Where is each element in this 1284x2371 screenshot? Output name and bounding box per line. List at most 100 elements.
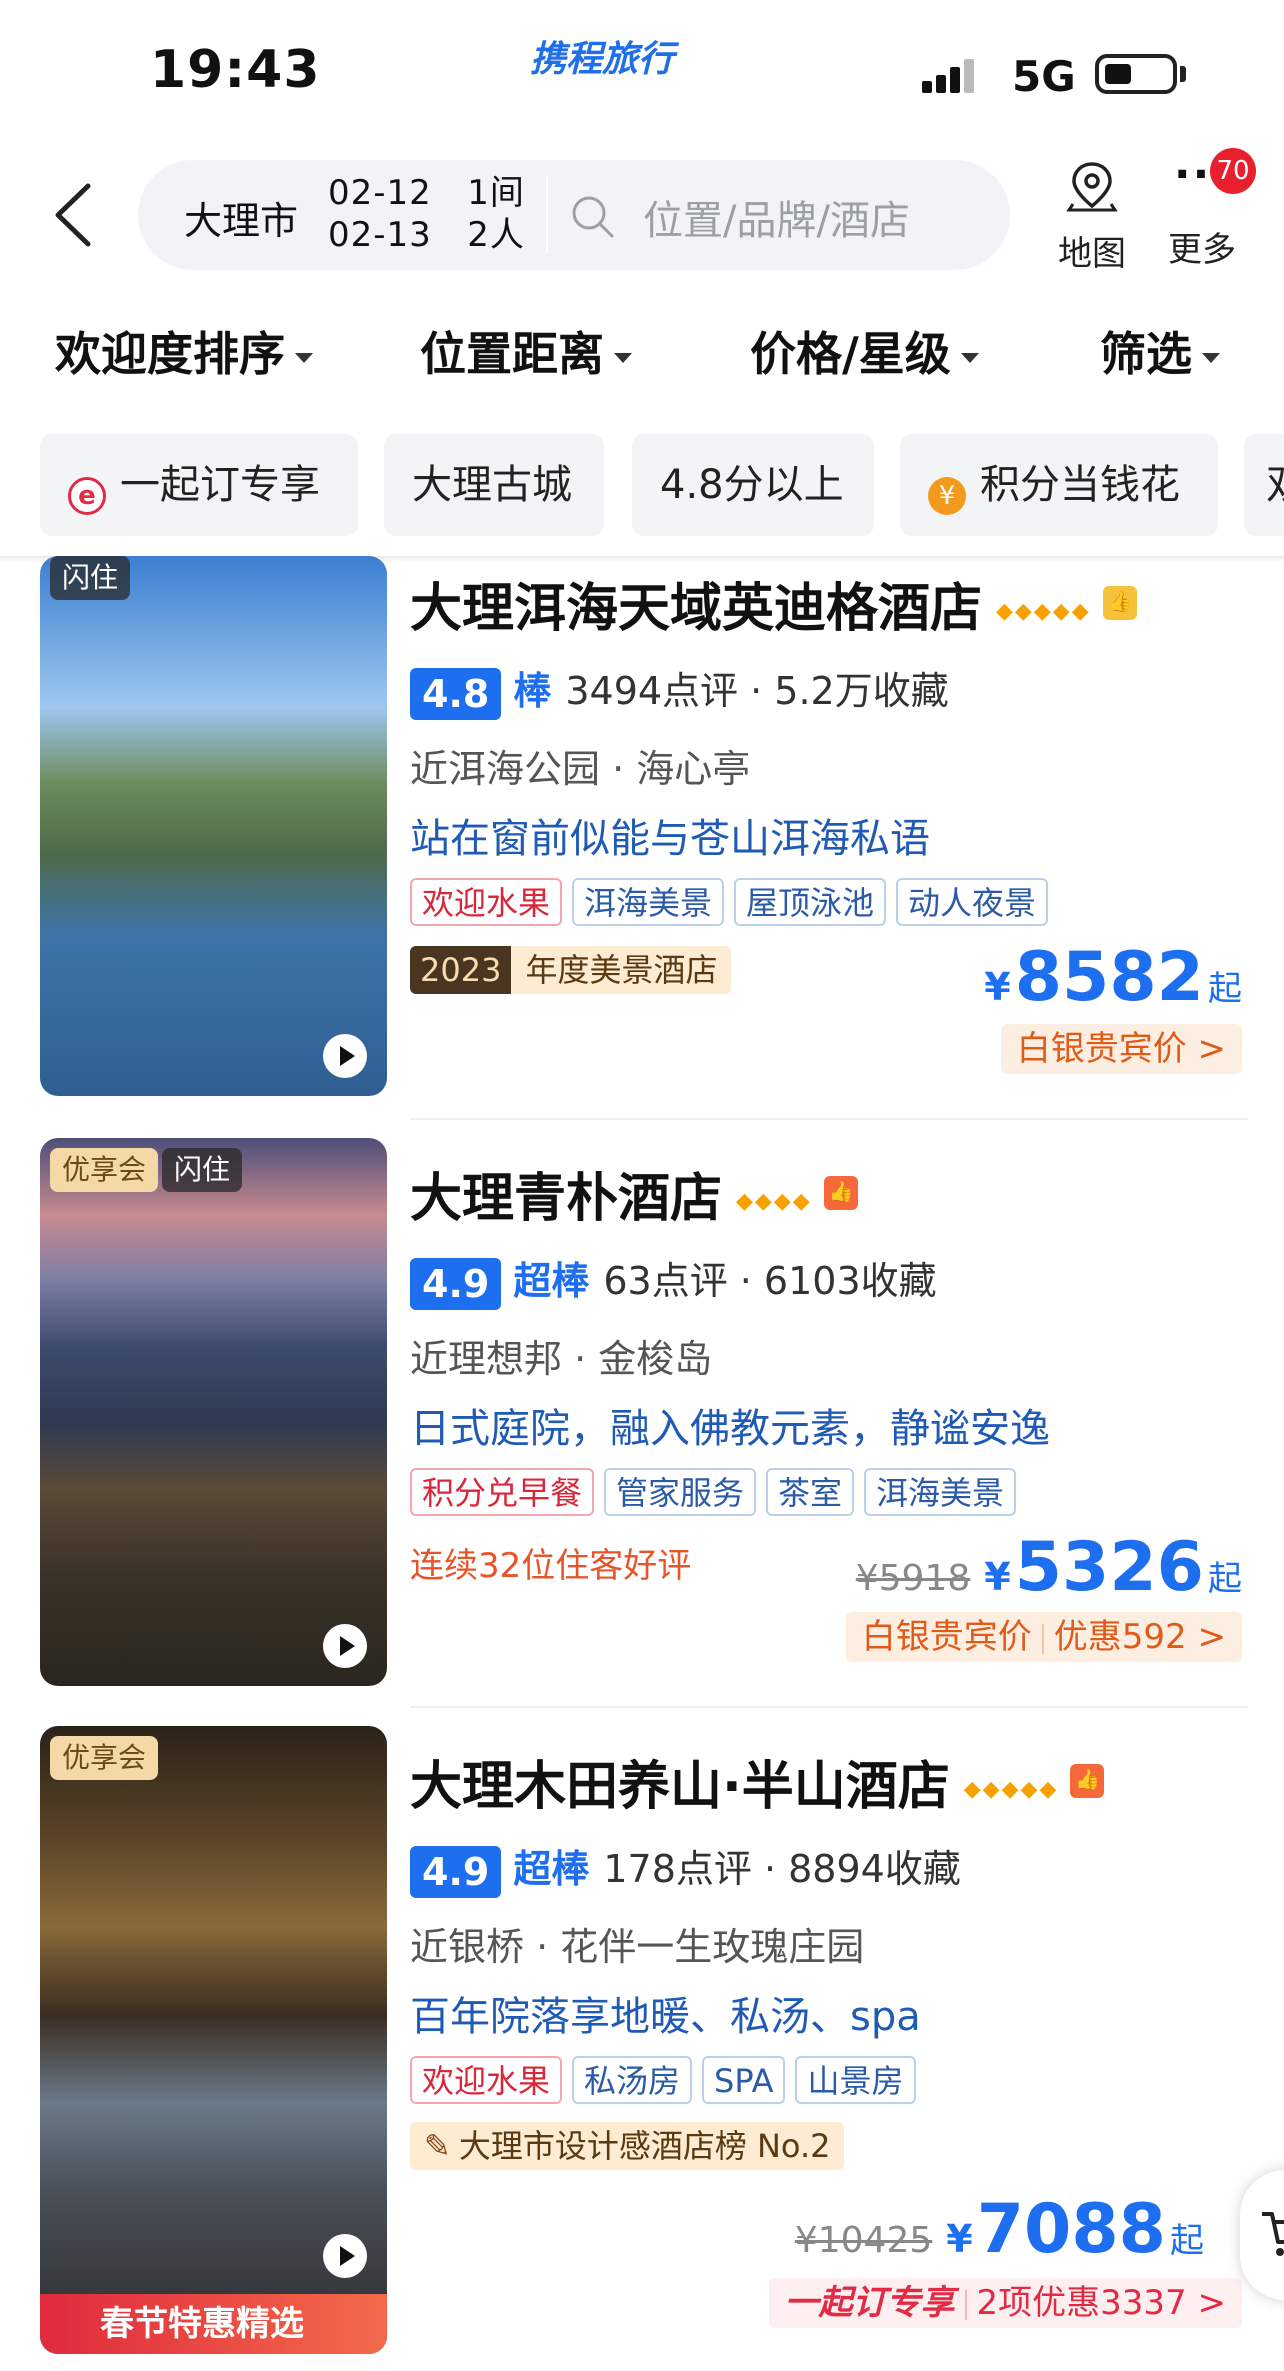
hotel-3-tags: 欢迎水果 私汤房 SPA 山景房	[410, 2056, 926, 2104]
hotel-3-slogan: 百年院落享地暖、私汤、spa	[410, 1994, 921, 2040]
search-input[interactable]: 位置/品牌/酒店	[643, 188, 910, 246]
currency: ¥	[984, 965, 1011, 1009]
chip-label: 大理古城	[412, 462, 572, 508]
hotel-2-price: ¥5918 ¥5326 起	[856, 1528, 1242, 1607]
separator	[964, 2289, 967, 2320]
rooms-count: 1间	[467, 173, 525, 213]
grade-label: 超棒	[513, 1847, 590, 1891]
review-stats: 63点评 · 6103收藏	[603, 1259, 937, 1303]
tag: 山景房	[795, 2056, 916, 2104]
award-year: 2023	[410, 946, 512, 994]
caret-down-icon	[295, 352, 313, 363]
hotel-1-rating: 4.8 棒 3494点评 · 5.2万收藏	[410, 660, 949, 720]
tag: 管家服务	[604, 1468, 757, 1516]
chip-together-book[interactable]: e 一起订专享	[40, 434, 358, 536]
divider	[410, 1706, 1248, 1708]
hotel-1-member-price[interactable]: 白银贵宾价 >	[1000, 1024, 1242, 1074]
spring-festival-banner: 春节特惠精选	[40, 2294, 387, 2354]
map-button[interactable]: 地图	[1048, 158, 1136, 275]
tag: 洱海美景	[572, 878, 725, 926]
thumbs-up-icon	[1070, 1764, 1105, 1798]
chip-dali-old-town[interactable]: 大理古城	[384, 434, 604, 536]
status-time: 19:43	[150, 40, 321, 100]
hotel-3-location: 近银桥 · 花伴一生玫瑰庄园	[410, 1925, 865, 1969]
diamond-rating-icon: ◆◆◆◆	[736, 1189, 812, 1214]
score-badge: 4.9	[410, 1845, 502, 1898]
hotel-1-price: ¥8582 起	[984, 938, 1242, 1017]
hotel-1-image[interactable]: 闪住	[40, 556, 387, 1096]
hotel-name-text: 大理洱海天域英迪格酒店	[410, 579, 983, 639]
hotel-3-image[interactable]: 优享会 春节特惠精选	[40, 1726, 387, 2354]
img-tag-flash-stay: 闪住	[162, 1148, 243, 1192]
currency: ¥	[984, 1555, 1011, 1599]
yen-coin-icon: ¥	[928, 477, 966, 515]
network-label: 5G	[1012, 52, 1076, 101]
thumbs-up-icon	[1102, 586, 1137, 620]
hotel-2-tags: 积分兑早餐 管家服务 茶室 洱海美景	[410, 1468, 1026, 1516]
tag: 欢迎水果	[410, 878, 563, 926]
signal-icon	[922, 59, 974, 93]
tag: 私汤房	[572, 2056, 693, 2104]
search-bar[interactable]: 大理市 02-12 1间 02-13 2人 位置/品牌/酒店	[138, 160, 1010, 270]
hotel-name-text: 大理木田养山·半山酒店	[410, 1757, 950, 1817]
hotel-2-member-price[interactable]: 白银贵宾价 优惠592 >	[845, 1612, 1242, 1662]
tag: 茶室	[766, 1468, 855, 1516]
sort-location-label: 位置距离	[420, 327, 604, 381]
sort-filter[interactable]: 筛选	[1100, 318, 1220, 384]
price-suffix: 起	[1170, 2221, 1204, 2261]
sort-price-star[interactable]: 价格/星级	[750, 318, 979, 384]
cart-float-button[interactable]	[1240, 2170, 1284, 2300]
hotel-1-slogan: 站在窗前似能与苍山洱海私语	[410, 816, 930, 862]
tag: 洱海美景	[864, 1468, 1017, 1516]
diamond-rating-icon: ◆◆◆◆◆	[963, 1777, 1059, 1802]
sort-price-label: 价格/星级	[750, 327, 951, 381]
tag: 欢迎水果	[410, 2056, 563, 2104]
grade-label: 超棒	[513, 1259, 590, 1303]
back-arrow-icon[interactable]	[48, 180, 98, 250]
hotel-2-image[interactable]: 优享会 闪住	[40, 1138, 387, 1686]
hotel-1-award: 2023 年度美景酒店	[410, 946, 732, 994]
hotel-2-location: 近理想邦 · 金梭岛	[410, 1337, 713, 1381]
chip-label: 4.8分以上	[660, 462, 844, 508]
hotel-1-location: 近洱海公园 · 海心亭	[410, 747, 751, 791]
caret-down-icon	[960, 352, 979, 363]
chip-points[interactable]: ¥ 积分当钱花	[900, 434, 1218, 536]
caret-down-icon	[1202, 352, 1220, 363]
play-video-icon[interactable]	[323, 2234, 367, 2278]
chip-partial[interactable]: 双	[1244, 434, 1284, 536]
diamond-rating-icon: ◆◆◆◆◆	[996, 599, 1091, 624]
img-tag-premium: 优享会	[50, 1736, 159, 1780]
hotel-3-name[interactable]: 大理木田养山·半山酒店 ◆◆◆◆◆	[410, 1744, 1105, 1819]
member-label: 白银贵宾价	[861, 1617, 1032, 1657]
map-label: 地图	[1058, 234, 1126, 274]
battery-icon	[1095, 54, 1177, 94]
chip-label: 双	[1266, 462, 1284, 508]
sort-popularity[interactable]: 欢迎度排序	[55, 318, 313, 384]
review-stats: 178点评 · 8894收藏	[603, 1847, 961, 1891]
date-selector[interactable]: 02-12 1间 02-13 2人	[328, 172, 525, 256]
hotel-1-name[interactable]: 大理洱海天域英迪格酒店 ◆◆◆◆◆	[410, 566, 1137, 641]
sort-filter-label: 筛选	[1100, 327, 1192, 381]
hotel-3-together-offer[interactable]: 一起订专享 2项优惠3337 >	[768, 2278, 1242, 2328]
hotel-name-text: 大理青朴酒店	[410, 1169, 723, 1229]
img-tag-premium: 优享会	[50, 1148, 159, 1192]
city-label[interactable]: 大理市	[184, 190, 298, 245]
play-video-icon[interactable]	[323, 1624, 367, 1668]
checkin-date: 02-12	[328, 173, 432, 213]
play-video-icon[interactable]	[323, 1034, 367, 1078]
tag: SPA	[702, 2056, 786, 2104]
sort-popularity-label: 欢迎度排序	[55, 327, 285, 381]
chip-rating-4-8[interactable]: 4.8分以上	[632, 434, 874, 536]
hotel-2-name[interactable]: 大理青朴酒店 ◆◆◆◆	[410, 1156, 858, 1231]
discount-label: 2项优惠3337 >	[976, 2283, 1226, 2323]
price-value: 7088	[976, 2190, 1166, 2269]
separator	[1041, 1623, 1044, 1654]
hotel-2-slogan: 日式庭院，融入佛教元素，静谧安逸	[410, 1406, 1050, 1452]
review-stats: 3494点评 · 5.2万收藏	[565, 669, 949, 713]
sort-location[interactable]: 位置距离	[420, 318, 632, 384]
more-notification-badge: 70	[1210, 148, 1256, 194]
hotel-3-price: ¥10425 ¥7088 起	[795, 2190, 1204, 2269]
original-price: ¥5918	[855, 1558, 971, 1599]
more-label: 更多	[1168, 230, 1236, 270]
app-brand-logo: 携程旅行	[530, 39, 675, 80]
